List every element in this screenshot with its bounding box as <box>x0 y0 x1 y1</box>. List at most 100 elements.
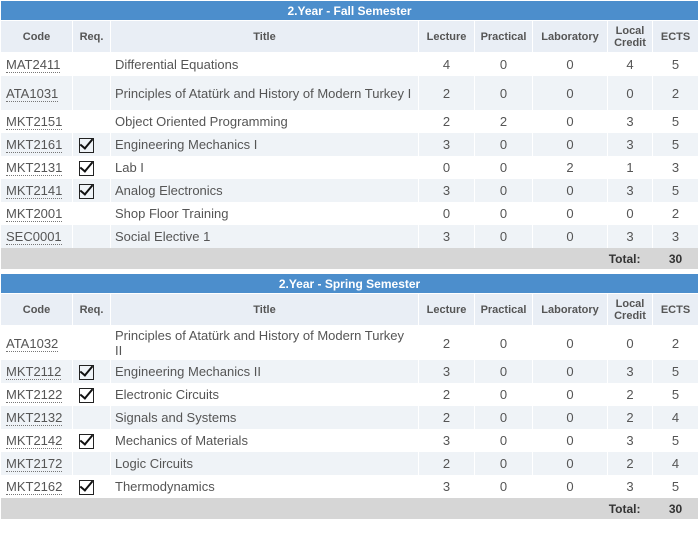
course-code-link[interactable]: SEC0001 <box>6 229 62 245</box>
course-row: ATA1032 Principles of Atatürk and History… <box>0 325 698 360</box>
lecture-hours: 0 <box>418 156 475 179</box>
column-header-code: Code <box>0 293 73 326</box>
ects-credit: 2 <box>651 325 698 360</box>
local-credit: 3 <box>607 475 653 498</box>
ects-credit: 2 <box>651 76 698 110</box>
laboratory-hours: 0 <box>532 452 608 475</box>
lecture-hours: 2 <box>418 452 475 475</box>
course-title: Object Oriented Programming <box>110 110 419 133</box>
course-row: MKT2122 Electronic Circuits 2 0 0 2 5 <box>0 383 698 406</box>
ects-credit: 2 <box>651 202 698 225</box>
lecture-hours: 3 <box>418 133 475 156</box>
ects-credit: 5 <box>651 133 698 156</box>
course-row: MKT2151 Object Oriented Programming 2 2 0 3 5 <box>0 110 698 133</box>
semester-table: 2.Year - Fall Semester Code Req. Title Lectu… <box>0 0 698 269</box>
local-credit: 3 <box>607 133 653 156</box>
required-cell <box>72 52 111 76</box>
column-header-practical: Practical <box>474 293 533 326</box>
column-header-row: Code Req. Title Lecture Practical Laboratory L… <box>0 20 698 53</box>
course-code-link[interactable]: MKT2001 <box>6 206 63 222</box>
course-code-cell: SEC0001 <box>0 225 73 248</box>
column-header-req: Req. <box>72 20 111 53</box>
course-code-link[interactable]: MKT2142 <box>6 433 63 449</box>
practical-hours: 0 <box>474 406 533 429</box>
practical-hours: 2 <box>474 110 533 133</box>
practical-hours: 0 <box>474 133 533 156</box>
practical-hours: 0 <box>474 429 533 452</box>
laboratory-hours: 0 <box>532 179 608 202</box>
course-row: ATA1031 Principles of Atatürk and History… <box>0 76 698 110</box>
course-code-link[interactable]: MKT2141 <box>6 183 63 199</box>
local-credit: 0 <box>607 325 653 360</box>
course-title: Engineering Mechanics I <box>110 133 419 156</box>
course-code-link[interactable]: MKT2151 <box>6 114 63 130</box>
total-label: Total: <box>0 248 653 269</box>
course-code-cell: MKT2132 <box>0 406 73 429</box>
ects-credit: 5 <box>651 383 698 406</box>
required-cell <box>72 179 111 202</box>
course-code-link[interactable]: MKT2162 <box>6 479 63 495</box>
course-title: Social Elective 1 <box>110 225 419 248</box>
semester-title: 2.Year - Fall Semester <box>0 0 698 21</box>
course-code-cell: MKT2141 <box>0 179 73 202</box>
lecture-hours: 3 <box>418 360 475 383</box>
laboratory-hours: 2 <box>532 156 608 179</box>
course-code-link[interactable]: ATA1031 <box>6 85 59 102</box>
column-header-title: Title <box>110 20 419 53</box>
ects-credit: 5 <box>651 429 698 452</box>
required-cell <box>72 202 111 225</box>
column-header-req: Req. <box>72 293 111 326</box>
curriculum-tables: 2.Year - Fall Semester Code Req. Title Lectu… <box>0 0 698 519</box>
course-row: MAT2411 Differential Equations 4 0 0 4 5 <box>0 52 698 76</box>
ects-credit: 5 <box>651 179 698 202</box>
course-code-link[interactable]: MKT2132 <box>6 410 63 426</box>
laboratory-hours: 0 <box>532 475 608 498</box>
course-code-cell: MAT2411 <box>0 52 73 76</box>
lecture-hours: 0 <box>418 202 475 225</box>
total-row: Total: 30 <box>0 498 698 519</box>
local-credit: 3 <box>607 429 653 452</box>
required-cell <box>72 406 111 429</box>
lecture-hours: 3 <box>418 475 475 498</box>
course-code-link[interactable]: MKT2131 <box>6 160 63 176</box>
lecture-hours: 2 <box>418 406 475 429</box>
checkmark-icon <box>79 137 94 153</box>
checkmark-icon <box>79 433 94 449</box>
practical-hours: 0 <box>474 475 533 498</box>
course-row: MKT2161 Engineering Mechanics I30035 <box>0 133 698 156</box>
required-cell <box>72 110 111 133</box>
course-title: Mechanics of Materials <box>110 429 419 452</box>
local-credit: 2 <box>607 406 653 429</box>
column-header-laboratory: Laboratory <box>532 293 608 326</box>
column-header-row: Code Req. Title Lecture Practical Laboratory L… <box>0 293 698 326</box>
course-code-link[interactable]: MAT2411 <box>6 57 61 73</box>
course-title: Electronic Circuits <box>110 383 419 406</box>
local-credit: 0 <box>607 76 653 110</box>
required-cell <box>72 225 111 248</box>
practical-hours: 0 <box>474 325 533 360</box>
course-code-link[interactable]: ATA1032 <box>6 335 59 352</box>
course-code-cell: MKT2112 <box>0 360 73 383</box>
column-header-local-credit: Local Credit <box>607 20 653 53</box>
course-code-link[interactable]: MKT2122 <box>6 387 63 403</box>
course-title: Logic Circuits <box>110 452 419 475</box>
course-title: Signals and Systems <box>110 406 419 429</box>
lecture-hours: 3 <box>418 179 475 202</box>
laboratory-hours: 0 <box>532 133 608 156</box>
course-code-cell: MKT2151 <box>0 110 73 133</box>
lecture-hours: 3 <box>418 225 475 248</box>
column-header-title: Title <box>110 293 419 326</box>
practical-hours: 0 <box>474 179 533 202</box>
course-code-link[interactable]: MKT2161 <box>6 137 63 153</box>
practical-hours: 0 <box>474 225 533 248</box>
semester-table: 2.Year - Spring Semester Code Req. Title Lec… <box>0 273 698 519</box>
required-cell <box>72 452 111 475</box>
course-code-cell: MKT2162 <box>0 475 73 498</box>
course-code-link[interactable]: MKT2112 <box>6 364 62 380</box>
checkmark-icon <box>79 387 94 403</box>
course-title: Shop Floor Training <box>110 202 419 225</box>
course-code-cell: MKT2142 <box>0 429 73 452</box>
required-cell <box>72 475 111 498</box>
course-code-link[interactable]: MKT2172 <box>6 456 63 472</box>
practical-hours: 0 <box>474 383 533 406</box>
